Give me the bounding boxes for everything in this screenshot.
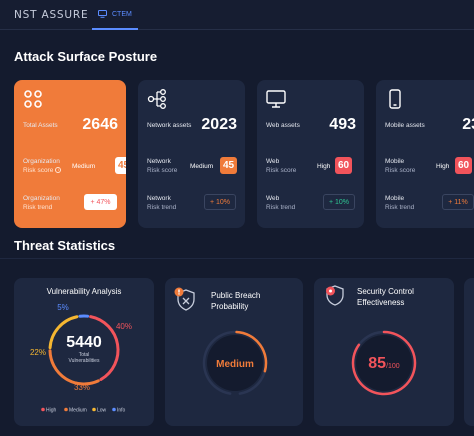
risk-trend-label: Network Risk trend <box>147 194 176 212</box>
risk-level: Medium <box>190 163 214 170</box>
risk-trend-label: Mobile Risk trend <box>385 194 414 212</box>
breach-probability-gauge: Medium <box>202 330 268 395</box>
security-score-max: /100 <box>386 363 400 370</box>
risk-trend-label: Web Risk trend <box>266 194 295 212</box>
legend-dot-low <box>92 407 96 412</box>
risk-score-badge: 60 <box>455 157 472 174</box>
dots-grid-icon <box>24 90 42 108</box>
monitor-icon <box>98 10 107 18</box>
risk-score-badge: 45 <box>220 157 237 174</box>
total-label-2: Vulnerabilities <box>69 358 100 364</box>
legend-dot-high <box>41 407 45 412</box>
segment-label-low: 22% <box>30 348 46 357</box>
segment-label-high: 40% <box>116 322 132 331</box>
security-score-value: 85 <box>368 355 386 372</box>
legend-dot-medium <box>64 407 68 412</box>
card-mobile-assets[interactable]: Mobile assets 23 Mobile Risk score High … <box>376 80 474 228</box>
threat-panel-cutoff <box>464 278 474 426</box>
risk-label: Organization <box>23 158 60 165</box>
trend-sub: Risk trend <box>266 204 296 211</box>
card-network-assets[interactable]: Network assets 2023 Network Risk score M… <box>138 80 245 228</box>
vulnerability-donut-chart: 5440 Total Vulnerabilities 40% 33% 22% 5… <box>30 303 132 414</box>
risk-sub: Risk score i <box>23 166 62 175</box>
risk-trend-badge: + 47% <box>84 194 117 210</box>
network-icon <box>147 89 166 109</box>
section-title-posture: Attack Surface Posture <box>14 49 158 64</box>
legend-high: High <box>46 408 57 414</box>
breach-value: Medium <box>216 359 254 370</box>
mobile-icon <box>389 89 401 109</box>
trend-sub: Risk trend <box>147 204 177 211</box>
risk-score-badge: 60 <box>335 157 352 174</box>
card-value: 2023 <box>201 116 237 133</box>
risk-score-label: Organization Risk score i <box>23 157 62 175</box>
card-name: Network assets <box>147 122 192 129</box>
risk-trend-label: Organization Risk trend <box>23 194 60 212</box>
section-divider <box>0 258 474 259</box>
legend-info: Info <box>117 408 126 414</box>
card-total-assets[interactable]: Total Assets 2646 Organization Risk scor… <box>14 80 126 228</box>
donut-segment-medium <box>48 349 100 386</box>
breach-probability-panel[interactable]: Public Breach Probability Medium <box>165 278 303 426</box>
security-score-gauge: 85/100 <box>351 330 417 396</box>
info-icon[interactable]: i <box>55 167 62 174</box>
trend-sub: Risk trend <box>23 204 53 211</box>
trend-label: Network <box>147 195 171 202</box>
security-control-panel[interactable]: Security Control Effectiveness 85/100 <box>314 278 454 426</box>
risk-sub: Risk score <box>385 167 416 174</box>
card-value: 23 <box>462 116 474 133</box>
risk-level: Medium <box>72 163 96 170</box>
risk-label: Network <box>147 158 171 165</box>
legend-medium: Medium <box>69 408 87 414</box>
card-name: Web assets <box>266 122 300 129</box>
legend-dot-info <box>112 407 116 412</box>
risk-level: High <box>317 163 331 170</box>
risk-score-label: Web Risk score <box>266 157 296 175</box>
risk-label: Web <box>266 158 280 165</box>
card-name: Total Assets <box>23 122 58 129</box>
monitor-icon <box>266 90 286 108</box>
card-value: 2646 <box>82 116 118 133</box>
risk-label: Mobile <box>385 158 405 165</box>
risk-trend-badge: + 10% <box>323 194 355 210</box>
total-value: 5440 <box>66 334 102 351</box>
section-title-threat: Threat Statistics <box>14 238 116 253</box>
risk-sub: Risk score <box>147 167 178 174</box>
risk-score-badge: 45 <box>115 157 126 174</box>
trend-label: Mobile <box>385 195 405 202</box>
risk-trend-badge: + 11% <box>442 194 474 210</box>
risk-sub-text: Risk score <box>23 167 54 174</box>
top-bar: NST ASSURE CTEM <box>0 0 474 30</box>
risk-score-label: Network Risk score <box>147 157 177 175</box>
card-web-assets[interactable]: Web assets 493 Web Risk score High 60 We… <box>257 80 364 228</box>
segment-label-info: 5% <box>57 303 69 312</box>
card-name: Mobile assets <box>385 122 425 129</box>
tab-ctem-label: CTEM <box>112 10 132 18</box>
risk-score-label: Mobile Risk score <box>385 157 415 175</box>
segment-label-medium: 33% <box>74 383 90 392</box>
vulnerability-analysis-panel[interactable]: Vulnerability Analysis 5440 Total Vulner… <box>14 278 154 426</box>
legend-low: Low <box>97 408 107 414</box>
trend-label: Web <box>266 195 280 202</box>
trend-label: Organization <box>23 195 60 202</box>
risk-level: High <box>436 163 450 170</box>
tab-ctem[interactable]: CTEM <box>92 0 138 30</box>
brand-logo[interactable]: NST ASSURE <box>14 9 88 21</box>
card-value: 493 <box>329 116 356 133</box>
risk-sub: Risk score <box>266 167 297 174</box>
risk-trend-badge: + 10% <box>204 194 236 210</box>
trend-sub: Risk trend <box>385 204 415 211</box>
